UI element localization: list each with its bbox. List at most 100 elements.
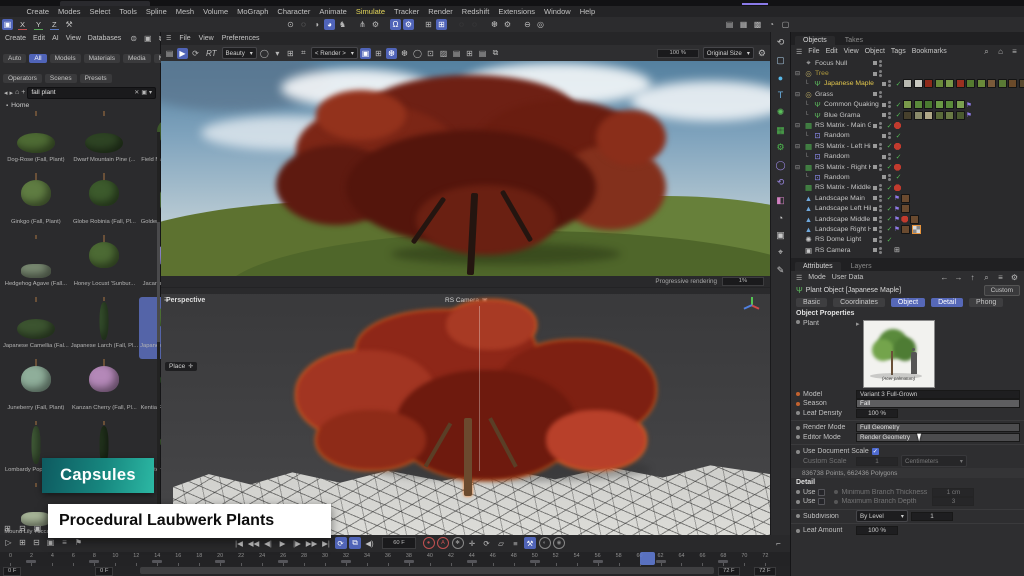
annotation-flag-icon[interactable]: ⚑: [966, 111, 972, 119]
browser-tab-operators[interactable]: Operators: [3, 74, 42, 83]
render-visibility-dot[interactable]: [879, 147, 882, 150]
visibility-dots[interactable]: [888, 153, 891, 160]
layer-box[interactable]: [873, 61, 877, 65]
menu-volume[interactable]: Volume: [199, 7, 233, 16]
transform-tool-icon[interactable]: ⟲: [774, 36, 788, 49]
panel-grip-icon[interactable]: ☰: [166, 35, 171, 42]
grid-view-icon[interactable]: ⊞: [2, 523, 13, 534]
dimmed-icon-1[interactable]: ◌: [456, 19, 467, 30]
anim-dot[interactable]: [796, 435, 800, 439]
anim-dot-keyed[interactable]: [796, 402, 800, 406]
menu-modes[interactable]: Modes: [54, 7, 86, 16]
anim-dot[interactable]: [796, 450, 800, 454]
render-visibility-dot[interactable]: [879, 220, 882, 223]
layer-box[interactable]: [882, 113, 886, 117]
leaf-density-field[interactable]: 100 %: [856, 409, 898, 418]
menu-redshift[interactable]: Redshift: [457, 7, 494, 16]
material-swatch[interactable]: [924, 111, 933, 120]
objects-tab-objects[interactable]: Objects: [795, 36, 835, 45]
browser-tab-scenes[interactable]: Scenes: [45, 74, 77, 83]
anim-dot[interactable]: [796, 411, 800, 415]
record-pla-button[interactable]: ⚒: [524, 537, 536, 549]
material-swatch[interactable]: [1008, 79, 1017, 88]
minus-circle-icon[interactable]: ⊖: [522, 19, 533, 30]
timeline-tick[interactable]: 14: [147, 552, 168, 566]
objects-tab-takes[interactable]: Takes: [837, 36, 871, 45]
joint-icon[interactable]: ⋔: [357, 19, 368, 30]
enabled-check-icon[interactable]: ✓: [885, 236, 894, 244]
image-a-icon[interactable]: ▤: [451, 48, 462, 59]
plant-item[interactable]: Dwarf Mountain Pine (...: [70, 111, 139, 173]
rendered-image[interactable]: [161, 61, 770, 276]
material-swatch[interactable]: [966, 79, 975, 88]
render-settings-icon[interactable]: ▩: [752, 19, 763, 30]
next-key-button[interactable]: ▶▶: [306, 537, 318, 549]
material-swatch-selected[interactable]: [912, 225, 921, 234]
objects-menu-object[interactable]: Object: [865, 48, 885, 55]
section-tab-basic[interactable]: Basic: [796, 298, 827, 307]
settings-icon[interactable]: ⚙: [1009, 272, 1020, 283]
layout-icon[interactable]: ▢: [780, 19, 791, 30]
expand-arrow-icon[interactable]: ▸: [856, 320, 860, 328]
render-visibility-dot[interactable]: [879, 188, 882, 191]
timeline-tick[interactable]: 10: [105, 552, 126, 566]
browser-menu-ai[interactable]: AI: [52, 35, 59, 42]
plant-item[interactable]: Globe Robinia (Fall, Pl...: [70, 173, 139, 235]
timeline-ruler[interactable]: 0246810121416182022242628303234363840424…: [0, 552, 776, 566]
editor-visibility-dot[interactable]: [879, 60, 882, 63]
material-swatch[interactable]: [935, 79, 944, 88]
visibility-dots[interactable]: [879, 226, 882, 233]
render-visibility-dot[interactable]: [879, 126, 882, 129]
render-visibility-dot[interactable]: [879, 199, 882, 202]
timeline-tick[interactable]: 72: [755, 552, 776, 566]
sphere-primitive-icon[interactable]: ●: [774, 71, 788, 84]
place-tool-chip[interactable]: Place ✛: [165, 362, 197, 371]
layer-box[interactable]: [873, 217, 877, 221]
visibility-dots[interactable]: [879, 195, 882, 202]
annotation-flag-icon[interactable]: ⚑: [894, 215, 900, 223]
material-swatch[interactable]: [901, 204, 910, 213]
annotation-flag-icon[interactable]: ⚑: [894, 194, 900, 202]
section-tab-object[interactable]: Object: [891, 298, 925, 307]
preview-start-field[interactable]: 0 F: [95, 567, 113, 576]
clear-search-icon[interactable]: ✕: [134, 89, 139, 96]
timeline-tick[interactable]: 2: [21, 552, 42, 566]
environment-icon[interactable]: ◔: [774, 211, 788, 224]
search-icon[interactable]: ⌕: [981, 272, 992, 283]
material-swatch[interactable]: [914, 111, 923, 120]
search-input[interactable]: fall plant✕▣▾: [27, 87, 156, 99]
subdivision-mode-dropdown[interactable]: By Level▾: [856, 510, 908, 522]
attributes-tab-layers[interactable]: Layers: [843, 262, 880, 271]
browser-tab-materials[interactable]: Materials: [84, 54, 120, 63]
editor-visibility-dot[interactable]: [879, 122, 882, 125]
image-b-icon[interactable]: ▤: [477, 48, 488, 59]
timeline-tick[interactable]: 40: [419, 552, 440, 566]
anim-dot[interactable]: [796, 426, 800, 430]
subdivision-field[interactable]: 1: [911, 512, 953, 521]
visibility-dots[interactable]: [879, 247, 882, 254]
object-row[interactable]: ⊟▦RS Matrix - Right Hill✓: [791, 162, 1024, 172]
objects-menu-tags[interactable]: Tags: [891, 48, 906, 55]
magnet-icon[interactable]: Ω: [390, 19, 401, 30]
season-field[interactable]: Fall: [856, 399, 1020, 408]
size-dropdown[interactable]: Original Size▾: [703, 47, 754, 59]
object-row[interactable]: ⌖Focus Null: [791, 58, 1024, 68]
browser-menu-view[interactable]: View: [66, 35, 81, 42]
visibility-dots[interactable]: [879, 236, 882, 243]
object-row[interactable]: ▲Landscape Left Hill✓⚑: [791, 203, 1024, 213]
goto-start-button[interactable]: |◀: [233, 537, 245, 549]
object-row[interactable]: ✺RS Dome Light✓: [791, 235, 1024, 245]
snap-grid-icon[interactable]: ⊞: [436, 19, 447, 30]
material-swatch[interactable]: [935, 111, 944, 120]
menu-render[interactable]: Render: [424, 7, 458, 16]
camera-create-icon[interactable]: ▣: [774, 229, 788, 242]
object-row[interactable]: ▲Landscape Right Hill✓⚑: [791, 224, 1024, 234]
record-rotation-button[interactable]: ⟳: [481, 537, 493, 549]
layer-box[interactable]: [882, 175, 886, 179]
timeline-expand-icon[interactable]: ▷: [3, 537, 14, 548]
coordinate-system-icon[interactable]: ⚒: [64, 19, 75, 30]
timeline-tick[interactable]: 54: [566, 552, 587, 566]
spline-icon[interactable]: ◯: [774, 159, 788, 172]
timeline-tick[interactable]: 4: [42, 552, 63, 566]
menu-window[interactable]: Window: [540, 7, 576, 16]
